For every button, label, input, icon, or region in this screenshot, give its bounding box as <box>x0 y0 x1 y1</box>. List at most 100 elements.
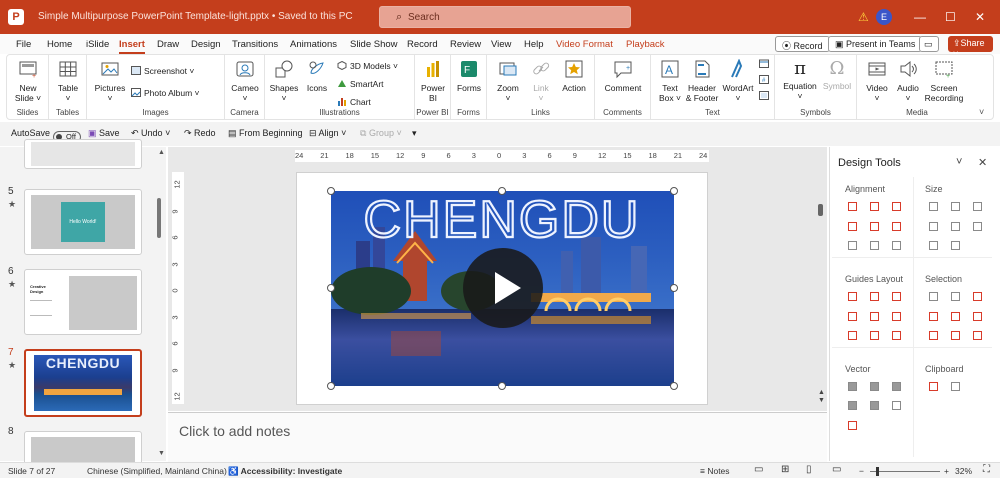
vector-fragment-icon[interactable] <box>892 382 901 391</box>
from-beginning-button[interactable]: ▤ From Beginning <box>228 128 303 139</box>
resize-handle-top-right[interactable] <box>670 187 678 195</box>
guide-grid-icon[interactable] <box>870 331 879 340</box>
screen-recording-button[interactable]: + Screen Recording <box>923 59 965 103</box>
distribute-horizontal-icon[interactable] <box>848 241 857 250</box>
tab-review[interactable]: Review <box>450 39 481 50</box>
pane-options-chevron-icon[interactable]: ˅ <box>956 156 962 168</box>
guide-left-icon[interactable] <box>848 292 857 301</box>
clipboard-paste-icon[interactable] <box>951 382 960 391</box>
slide-thumbnail-6[interactable]: Creative Design <box>24 269 142 335</box>
cameo-button[interactable]: Cameo ˅ <box>230 59 260 103</box>
group-button[interactable]: ⧉ Group ˅ <box>360 128 402 139</box>
maximize-icon[interactable]: ☐ <box>945 10 956 24</box>
tab-help[interactable]: Help <box>524 39 544 50</box>
select-none-icon[interactable] <box>973 331 982 340</box>
play-button[interactable] <box>463 248 543 328</box>
same-width-icon[interactable] <box>929 202 938 211</box>
tab-islide[interactable]: iSlide <box>86 39 109 50</box>
resize-handle-top-left[interactable] <box>327 187 335 195</box>
slide-sorter-icon[interactable]: ⊞ <box>781 464 789 475</box>
close-icon[interactable]: ✕ <box>975 10 985 24</box>
zoom-level[interactable]: 32% <box>955 466 972 476</box>
present-in-teams-button[interactable]: ▣ Present in Teams <box>828 36 923 52</box>
size-swap-icon[interactable] <box>951 241 960 250</box>
select-same-type-icon[interactable] <box>951 312 960 321</box>
select-row-icon[interactable] <box>951 331 960 340</box>
guide-fill-icon[interactable] <box>848 331 857 340</box>
accessibility-status[interactable]: ♿ Accessibility: Investigate <box>228 466 342 477</box>
link-button[interactable]: Link ˅ <box>527 59 555 103</box>
object-button[interactable] <box>759 91 772 101</box>
guide-bottom-icon[interactable] <box>892 312 901 321</box>
select-top-icon[interactable] <box>929 331 938 340</box>
undo-button[interactable]: ↶ Undo ˅ <box>131 128 170 139</box>
vector-text-icon[interactable] <box>892 401 901 410</box>
size-fit-height-icon[interactable] <box>951 222 960 231</box>
resize-handle-bottom-right[interactable] <box>670 382 678 390</box>
reading-view-icon[interactable]: ▯ <box>806 464 812 475</box>
resize-handle-bottom[interactable] <box>498 382 506 390</box>
screenshot-button[interactable]: Screenshot ˅ <box>131 66 194 76</box>
scroll-down-icon[interactable]: ▼ <box>158 450 165 457</box>
action-button[interactable]: Action <box>559 59 589 93</box>
thumbnail-scrollbar[interactable] <box>157 198 161 238</box>
select-invert-icon[interactable] <box>973 312 982 321</box>
align-button[interactable]: ⊟ Align ˅ <box>309 128 346 139</box>
vector-intersect-icon[interactable] <box>848 401 857 410</box>
resize-handle-bottom-left[interactable] <box>327 382 335 390</box>
date-time-button[interactable] <box>759 59 772 69</box>
scroll-prev-next-icon[interactable]: ▲ ▼ <box>818 389 825 405</box>
tab-home[interactable]: Home <box>47 39 72 50</box>
fit-to-window-icon[interactable]: ⛶ <box>983 464 990 475</box>
same-size-icon[interactable] <box>973 202 982 211</box>
select-similar-icon[interactable] <box>929 292 938 301</box>
same-height-icon[interactable] <box>951 202 960 211</box>
align-left-icon[interactable] <box>848 202 857 211</box>
video-button[interactable]: Video ˅ <box>861 59 893 103</box>
tab-animations[interactable]: Animations <box>290 39 337 50</box>
vector-edit-icon[interactable] <box>848 421 857 430</box>
tab-draw[interactable]: Draw <box>157 39 179 50</box>
notes-pane[interactable]: Click to add notes <box>168 412 827 462</box>
select-same-line-icon[interactable] <box>973 292 982 301</box>
audio-button[interactable]: Audio ˅ <box>893 59 923 103</box>
slide-thumbnail-7[interactable]: CHENGDU <box>24 349 142 417</box>
language-indicator[interactable]: Chinese (Simplified, Mainland China) <box>87 466 227 476</box>
align-middle-icon[interactable] <box>870 222 879 231</box>
text-box-button[interactable]: A Text Box ˅ <box>655 59 685 103</box>
power-bi-button[interactable]: Power BI <box>419 59 447 103</box>
normal-view-icon[interactable]: ▭ <box>754 464 763 475</box>
guide-right-icon[interactable] <box>892 292 901 301</box>
chart-button[interactable]: Chart <box>337 97 371 107</box>
vector-subtract-icon[interactable] <box>870 401 879 410</box>
tab-insert[interactable]: Insert <box>119 39 145 54</box>
pictures-button[interactable]: Pictures ˅ <box>93 59 127 103</box>
editor-scrollbar[interactable] <box>818 204 823 216</box>
size-fit-width-icon[interactable] <box>929 222 938 231</box>
tab-video-format[interactable]: Video Format <box>556 39 613 50</box>
size-stretch-icon[interactable] <box>929 241 938 250</box>
record-button[interactable]: ⦿ Record <box>775 36 830 52</box>
icons-button[interactable]: Icons <box>303 59 331 93</box>
clipboard-copy-icon[interactable] <box>929 382 938 391</box>
align-bottom-icon[interactable] <box>892 222 901 231</box>
tab-record[interactable]: Record <box>407 39 438 50</box>
equation-button[interactable]: π Equation ˅ <box>781 59 819 102</box>
tab-view[interactable]: View <box>491 39 511 50</box>
zoom-slider-thumb[interactable] <box>876 467 879 476</box>
tab-design[interactable]: Design <box>191 39 221 50</box>
slide-number-button[interactable]: # <box>759 75 772 85</box>
forms-button[interactable]: F Forms <box>455 59 483 93</box>
zoom-in-icon[interactable]: + <box>944 466 949 476</box>
vector-union-icon[interactable] <box>848 382 857 391</box>
resize-handle-left[interactable] <box>327 284 335 292</box>
align-top-icon[interactable] <box>848 222 857 231</box>
align-slide-icon[interactable] <box>892 241 901 250</box>
align-center-icon[interactable] <box>870 202 879 211</box>
pane-close-icon[interactable]: ✕ <box>978 156 987 169</box>
new-slide-button[interactable]: + New Slide ˅ <box>12 59 44 103</box>
resize-handle-right[interactable] <box>670 284 678 292</box>
shapes-button[interactable]: Shapes ˅ <box>269 59 299 103</box>
slide-thumbnail-4[interactable] <box>24 139 142 169</box>
tab-transitions[interactable]: Transitions <box>232 39 278 50</box>
